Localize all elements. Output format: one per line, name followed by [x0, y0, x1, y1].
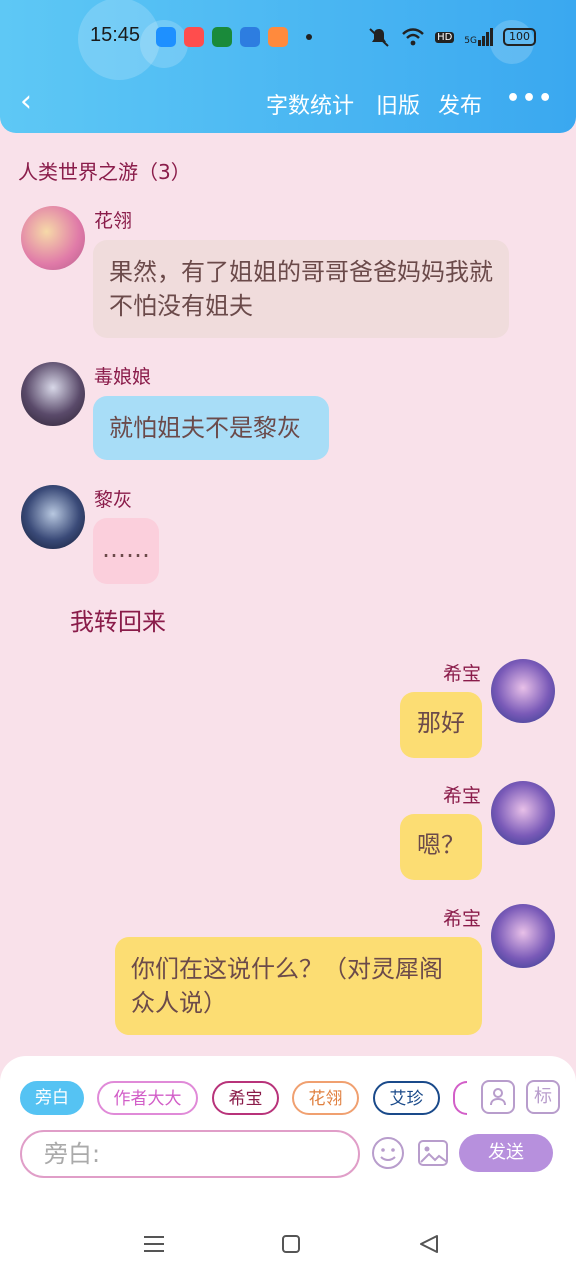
chip-author[interactable]: 作者大大: [97, 1081, 198, 1115]
system-nav-bar: [0, 1208, 576, 1280]
sender-name: 黎灰: [94, 489, 133, 511]
emoji-icon[interactable]: [371, 1136, 405, 1170]
sender-name: 希宝: [443, 663, 482, 685]
more-notifications-dot: [306, 34, 312, 40]
avatar-lihui[interactable]: [21, 485, 85, 549]
sender-name: 希宝: [443, 908, 482, 930]
tag-button[interactable]: 标: [526, 1080, 560, 1114]
avatar-xibao[interactable]: [491, 781, 555, 845]
back-button[interactable]: ‹: [20, 84, 32, 119]
notification-app-icon: [156, 27, 176, 47]
message-bubble[interactable]: 就怕姐夫不是黎灰: [93, 396, 329, 460]
status-bar: 15:45 HD 5G 100: [0, 0, 576, 72]
alipay-icon: [240, 27, 260, 47]
more-menu-button[interactable]: •••: [506, 86, 554, 111]
publish-button[interactable]: 发布: [438, 88, 482, 120]
sender-name: 毒娘娘: [94, 366, 152, 388]
wifi-icon: [402, 28, 424, 46]
menu-icon[interactable]: [143, 1234, 165, 1254]
hd-icon: HD: [435, 31, 455, 43]
chip-overflow[interactable]: [453, 1081, 467, 1115]
signal-icon: 5G: [464, 28, 493, 46]
avatar-duniangniang[interactable]: [21, 362, 85, 426]
avatar-xibao[interactable]: [491, 904, 555, 968]
status-indicators: HD 5G 100: [367, 26, 536, 48]
mute-icon: [369, 28, 389, 47]
battery-icon: 100: [503, 28, 536, 46]
oppo-app-icon: [212, 27, 232, 47]
avatar-hualing[interactable]: [21, 206, 85, 270]
character-icon[interactable]: [481, 1080, 515, 1114]
message-bubble[interactable]: 你们在这说什么？（对灵犀阁众人说）: [115, 937, 482, 1035]
reader-app-icon: [268, 27, 288, 47]
chat-title: 人类世界之游（3）: [18, 160, 191, 184]
message-bubble[interactable]: 果然，有了姐姐的哥哥爸爸妈妈我就不怕没有姐夫: [93, 240, 509, 338]
sender-name: 花翎: [94, 210, 133, 232]
image-icon[interactable]: [416, 1136, 450, 1170]
word-count-button[interactable]: 字数统计: [266, 88, 354, 120]
message-bubble[interactable]: 那好: [400, 692, 482, 758]
app-header: 15:45 HD 5G 100 ‹ 字数统计 旧版 发布 •••: [0, 0, 576, 133]
back-nav-icon[interactable]: [418, 1233, 440, 1255]
status-time: 15:45: [90, 24, 141, 46]
music-app-icon: [184, 27, 204, 47]
message-bubble[interactable]: ……: [93, 518, 159, 584]
avatar-xibao[interactable]: [491, 659, 555, 723]
message-bubble[interactable]: 嗯？: [400, 814, 482, 880]
old-version-button[interactable]: 旧版: [376, 88, 420, 120]
nav-bar: ‹ 字数统计 旧版 发布 •••: [0, 72, 576, 132]
home-icon[interactable]: [281, 1234, 301, 1254]
composer-panel: 旁白 作者大大 希宝 花翎 艾珍 标 旁白: 发送: [0, 1056, 576, 1208]
chip-hualing[interactable]: 花翎: [292, 1081, 359, 1115]
chip-narration[interactable]: 旁白: [20, 1081, 84, 1115]
send-button[interactable]: 发送: [459, 1134, 553, 1172]
chip-aizhen[interactable]: 艾珍: [373, 1081, 440, 1115]
narration-text: 我转回来: [70, 608, 166, 636]
sender-name: 希宝: [443, 785, 482, 807]
message-input[interactable]: 旁白:: [20, 1130, 360, 1178]
chip-xibao[interactable]: 希宝: [212, 1081, 279, 1115]
